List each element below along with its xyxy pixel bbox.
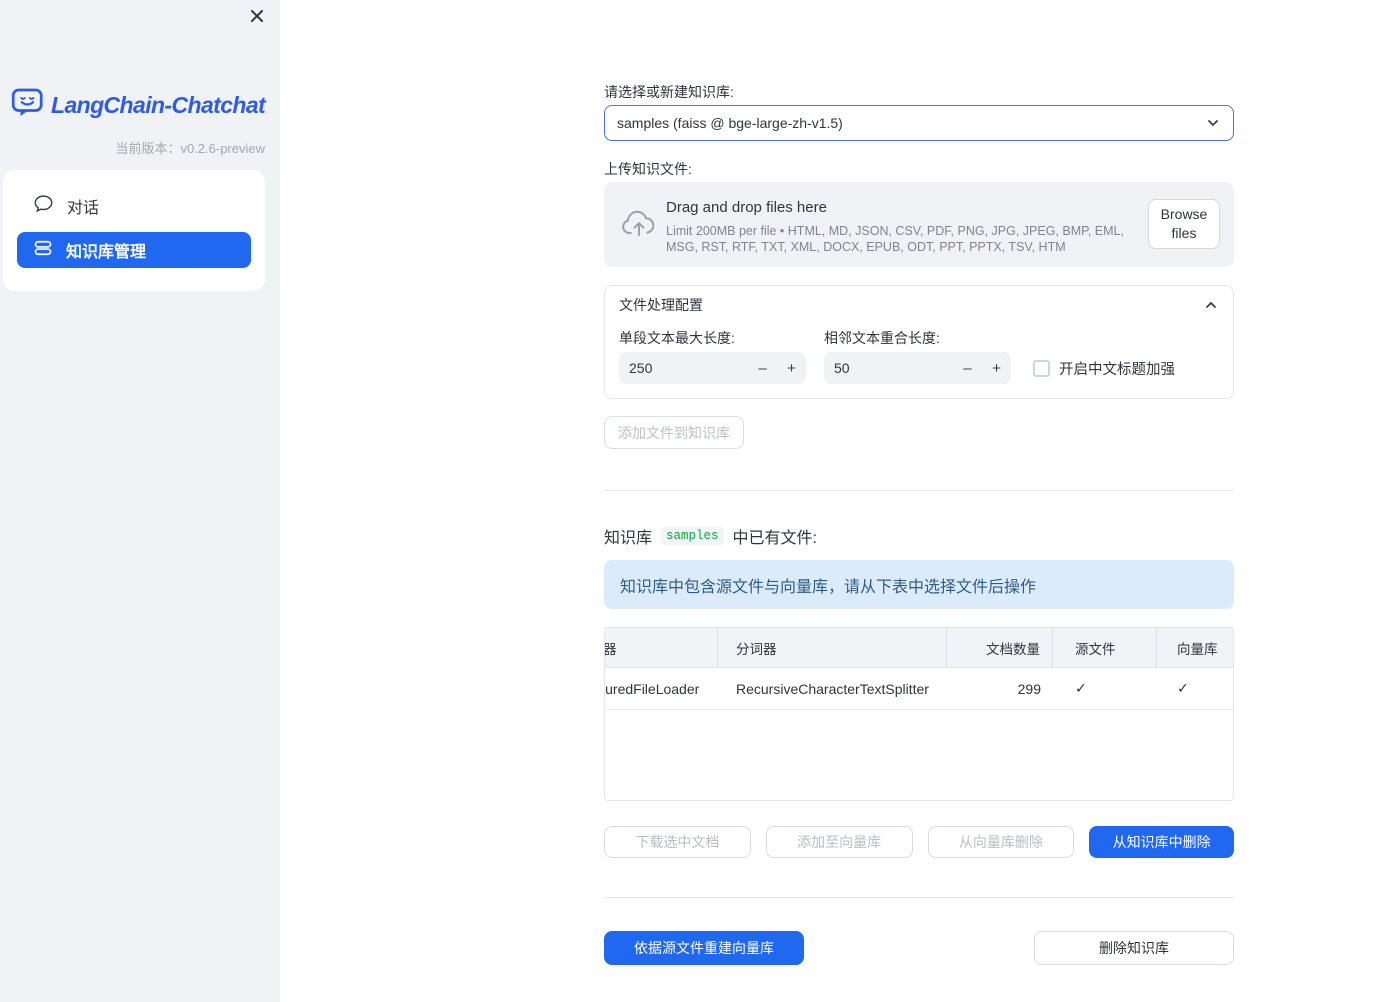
overlap-size-input[interactable]: 50 – + — [824, 352, 1011, 384]
column-header-vector-store[interactable]: 向量库 — [1157, 628, 1233, 667]
add-files-to-kb-button[interactable]: 添加文件到知识库 — [604, 416, 744, 449]
sidebar-item-label: 对话 — [67, 200, 100, 217]
chunk-size-value: 250 — [629, 360, 653, 376]
file-config-expander: 文件处理配置 单段文本最大长度: 相邻文本重合长度: 250 – + 50 – … — [604, 285, 1234, 399]
cell-loader: UnstructuredFileLoader — [605, 680, 700, 697]
main-content: 请选择或新建知识库: samples (faiss @ bge-large-zh… — [604, 0, 1234, 1002]
knowledge-base-selectbox[interactable]: samples (faiss @ bge-large-zh-v1.5) — [604, 105, 1234, 141]
chevron-up-icon — [1203, 297, 1219, 313]
cell-doc-count: 299 — [1017, 680, 1041, 697]
column-header-doc-count[interactable]: 文档数量 — [947, 628, 1053, 667]
cell-vector-store-check: ✓ — [1177, 680, 1189, 696]
sidebar: LangChain-Chatchat 当前版本：v0.2.6-preview 对… — [0, 0, 280, 1002]
upload-label: 上传知识文件: — [604, 161, 692, 177]
rebuild-vector-store-button[interactable]: 依据源文件重建向量库 — [604, 931, 804, 965]
overlap-size-value: 50 — [834, 360, 850, 376]
browse-files-button[interactable]: Browse files — [1148, 199, 1220, 249]
app-window: LangChain-Chatchat 当前版本：v0.2.6-preview 对… — [0, 0, 1380, 1002]
kb-select-value: samples (faiss @ bge-large-zh-v1.5) — [617, 115, 843, 131]
zh-title-enhance-option: 开启中文标题加强 — [1033, 358, 1175, 379]
expander-header[interactable]: 文件处理配置 — [605, 286, 1233, 324]
close-icon — [248, 7, 266, 30]
sidebar-close-button[interactable] — [246, 7, 268, 29]
overlap-minus-button[interactable]: – — [953, 352, 982, 384]
chunk-size-label: 单段文本最大长度: — [619, 330, 735, 346]
kb-select-label: 请选择或新建知识库: — [604, 84, 734, 100]
cloud-upload-icon — [621, 209, 657, 244]
delete-knowledge-base-button[interactable]: 删除知识库 — [1034, 931, 1234, 965]
app-logo: LangChain-Chatchat — [11, 86, 266, 124]
cell-source-file-check: ✓ — [1075, 680, 1087, 696]
zh-title-enhance-checkbox[interactable] — [1033, 360, 1050, 377]
chevron-down-icon — [1205, 115, 1221, 131]
dropzone-limit-text: Limit 200MB per file • HTML, MD, JSON, C… — [666, 224, 1124, 254]
chat-bubble-icon — [33, 194, 54, 218]
chunk-minus-button[interactable]: – — [748, 352, 777, 384]
expander-title: 文件处理配置 — [619, 297, 703, 313]
dropzone-title: Drag and drop files here — [666, 199, 827, 216]
kb-name-code: samples — [661, 527, 724, 545]
chunk-size-input[interactable]: 250 – + — [619, 352, 806, 384]
sidebar-item-knowledge-base[interactable]: 知识库管理 — [17, 232, 251, 268]
delete-from-vector-store-button[interactable]: 从向量库删除 — [927, 826, 1075, 858]
cell-splitter: RecursiveCharacterTextSplitter — [736, 680, 929, 697]
column-header-loader[interactable]: 文档加载器 — [605, 628, 718, 667]
add-to-vector-store-button[interactable]: 添加至向量库 — [765, 826, 913, 858]
table-empty-area — [605, 710, 1233, 800]
chunk-plus-button[interactable]: + — [777, 352, 806, 384]
kb-files-table: 文档加载器 分词器 文档数量 源文件 向量库 UnstructuredFileL… — [604, 627, 1234, 801]
column-header-source-file[interactable]: 源文件 — [1053, 628, 1157, 667]
row-actions: 下载选中文档 添加至向量库 从向量库删除 从知识库中删除 — [604, 826, 1234, 858]
file-dropzone[interactable]: Drag and drop files here Limit 200MB per… — [604, 182, 1234, 267]
table-row[interactable]: UnstructuredFileLoader RecursiveCharacte… — [605, 668, 1233, 710]
zh-title-enhance-label: 开启中文标题加强 — [1059, 362, 1175, 378]
version-text: 当前版本：v0.2.6-preview — [115, 141, 265, 156]
sidebar-item-label: 知识库管理 — [66, 244, 147, 261]
divider — [604, 490, 1234, 491]
download-selected-button[interactable]: 下载选中文档 — [604, 826, 751, 858]
overlap-plus-button[interactable]: + — [982, 352, 1011, 384]
overlap-size-label: 相邻文本重合长度: — [824, 330, 940, 346]
delete-from-kb-button[interactable]: 从知识库中删除 — [1089, 826, 1234, 858]
kb-files-heading: 知识库 samples 中已有文件: — [604, 527, 817, 547]
stack-icon — [33, 238, 53, 263]
table-header-row: 文档加载器 分词器 文档数量 源文件 向量库 — [605, 628, 1233, 668]
divider — [604, 897, 1234, 898]
app-title: LangChain-Chatchat — [51, 91, 266, 118]
chatchat-logo-icon — [11, 86, 44, 124]
sidebar-item-chat[interactable]: 对话 — [17, 188, 251, 224]
column-header-splitter[interactable]: 分词器 — [718, 628, 947, 667]
sidebar-menu: 对话 知识库管理 — [3, 170, 265, 291]
info-banner: 知识库中包含源文件与向量库，请从下表中选择文件后操作 — [604, 560, 1234, 609]
